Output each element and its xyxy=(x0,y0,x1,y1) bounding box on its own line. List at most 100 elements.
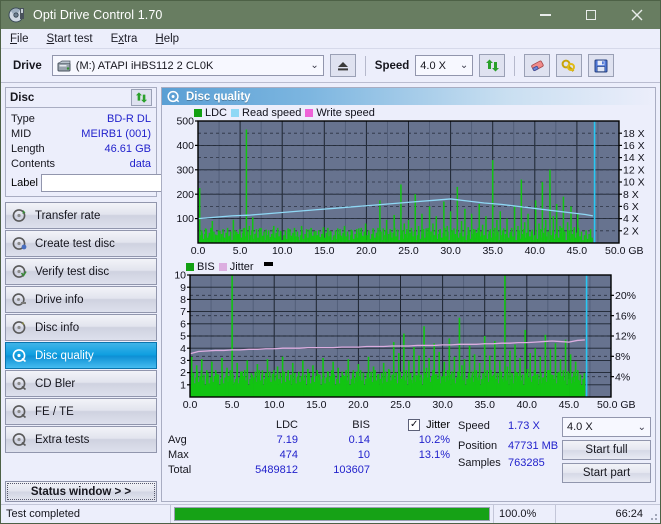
chart-bis-jitter: BIS Jitter 1 2 3 4 5 6 7 8 9 10 4% 8% 12% 16% 20% 0.0 5.… xyxy=(164,261,653,413)
menu-start-test[interactable]: Start test xyxy=(47,33,93,45)
svg-text:20.0: 20.0 xyxy=(348,399,369,411)
sidebar-item-cd-bler[interactable]: CD Bler xyxy=(5,370,157,397)
disc-group-header: Disc xyxy=(6,88,156,108)
eject-icon xyxy=(337,61,348,70)
svg-text:35.0: 35.0 xyxy=(482,245,503,257)
jitter-toggle[interactable]: ✓ Jitter xyxy=(370,418,456,431)
start-part-button[interactable]: Start part xyxy=(562,463,651,483)
legend-label-bis: BIS xyxy=(197,261,215,273)
disc-verify-icon xyxy=(12,264,27,279)
disc-contents-label: Contents xyxy=(11,157,56,170)
refresh-icon xyxy=(485,59,499,71)
resize-grip[interactable] xyxy=(648,505,660,523)
status-message: Test completed xyxy=(1,505,171,523)
sidebar-item-label: Extra tests xyxy=(35,433,90,446)
disc-row-type: Type BD-R DL xyxy=(11,111,151,126)
svg-text:400: 400 xyxy=(176,140,194,152)
disc-type-value: BD-R DL xyxy=(106,112,151,125)
readout-samples-label: Samples xyxy=(458,456,501,469)
stats-avg-bis: 0.14 xyxy=(348,433,370,446)
sidebar-item-disc-info[interactable]: Disc info xyxy=(5,314,157,341)
disc-extra-icon xyxy=(12,432,27,447)
panel-header: Disc quality xyxy=(162,88,655,105)
progress-percent: 100.0% xyxy=(494,505,556,523)
svg-text:5.0: 5.0 xyxy=(233,245,248,257)
readout-samples-value: 763285 xyxy=(508,456,545,469)
sidebar-item-drive-info[interactable]: Drive info xyxy=(5,286,157,313)
readout-speed: Speed 1.73 X xyxy=(458,417,562,434)
legend-write-speed: Write speed xyxy=(305,107,375,119)
main-body: Disc Type BD-R DL MID MEIRB1 (001) Lengt… xyxy=(1,83,660,502)
disc-label-row: Label xyxy=(11,173,243,192)
maximize-button[interactable] xyxy=(568,1,614,29)
svg-text:50.0 GB: 50.0 GB xyxy=(597,399,636,411)
svg-text:20%: 20% xyxy=(615,290,636,302)
svg-text:50.0 GB: 50.0 GB xyxy=(605,245,644,257)
close-icon[interactable] xyxy=(614,1,660,29)
svg-text:20.0: 20.0 xyxy=(356,245,377,257)
sidebar-item-extra-tests[interactable]: Extra tests xyxy=(5,426,157,453)
stats-header-ldc: LDC xyxy=(275,418,298,431)
app-window: Opti Drive Control 1.70 FFileile Start t… xyxy=(0,0,661,524)
stats-total-ldc: 5489812 xyxy=(255,463,298,476)
window-controls xyxy=(522,1,660,29)
svg-text:2: 2 xyxy=(180,367,186,379)
chart-bottom-legend: BIS Jitter xyxy=(186,261,273,273)
table-row: Max 474 10 13.1% xyxy=(168,447,458,462)
stats-max-bis: 10 xyxy=(357,448,370,461)
svg-text:3: 3 xyxy=(180,355,186,367)
svg-text:300: 300 xyxy=(176,164,194,176)
svg-text:40.0: 40.0 xyxy=(525,245,546,257)
sidebar-item-create-test-disc[interactable]: Create test disc xyxy=(5,230,157,257)
sidebar-item-label: Create test disc xyxy=(35,237,115,250)
minimize-button[interactable] xyxy=(522,1,568,29)
menu-file[interactable]: FFileile xyxy=(10,33,29,45)
svg-text:45.0: 45.0 xyxy=(567,245,588,257)
disc-mid-label: MID xyxy=(11,127,32,140)
test-speed-select[interactable]: 4.0 X ⌄ xyxy=(562,417,651,437)
drive-icon xyxy=(57,60,71,72)
readout-controls: 4.0 X ⌄ Start full Start part xyxy=(562,417,651,483)
drive-value: (M:) ATAPI iHBS112 2 CL0K xyxy=(75,59,214,72)
chart-top-svg: 1002003004005002 X4 X6 X8 X10 X12 X14 X1… xyxy=(176,116,644,257)
disc-row-contents: Contents data xyxy=(11,156,151,171)
svg-text:100: 100 xyxy=(176,213,194,225)
menu-extra[interactable]: Extra xyxy=(111,33,138,45)
erase-button[interactable] xyxy=(524,54,551,77)
svg-text:12%: 12% xyxy=(615,331,636,343)
eject-button[interactable] xyxy=(329,54,356,77)
drive-select[interactable]: (M:) ATAPI iHBS112 2 CL0K ⌄ xyxy=(51,55,324,76)
sidebar-item-fe-te[interactable]: FE / TE xyxy=(5,398,157,425)
svg-text:4%: 4% xyxy=(615,371,630,383)
jitter-checkbox[interactable]: ✓ xyxy=(408,418,421,431)
sidebar-item-disc-quality[interactable]: Disc quality xyxy=(5,342,157,369)
legend-label-write-speed: Write speed xyxy=(316,107,375,119)
menu-help[interactable]: Help xyxy=(155,33,179,45)
disc-quality-panel: Disc quality LDC Read speed Write speed … xyxy=(161,87,656,502)
drive-label: Drive xyxy=(13,59,42,72)
svg-text:5: 5 xyxy=(180,331,186,343)
legend-swatch-write-speed xyxy=(305,109,314,117)
readout-area: Speed 1.73 X Position 47731 MB Samples 7… xyxy=(458,417,655,483)
start-full-button[interactable]: Start full xyxy=(562,440,651,460)
save-button[interactable] xyxy=(588,54,615,77)
svg-text:0.0: 0.0 xyxy=(183,399,198,411)
options-icon xyxy=(561,59,576,72)
options-button[interactable] xyxy=(556,54,583,77)
legend-label-ldc: LDC xyxy=(205,107,228,119)
stats-row-label: Max xyxy=(168,448,189,461)
title-bar: Opti Drive Control 1.70 xyxy=(1,1,660,29)
legend-swatch-bis xyxy=(186,263,194,271)
refresh-button[interactable] xyxy=(479,54,506,77)
status-window-button[interactable]: Status window > > xyxy=(5,481,157,502)
disc-info-rows: Type BD-R DL MID MEIRB1 (001) Length 46.… xyxy=(6,108,243,196)
sidebar-item-transfer-rate[interactable]: Transfer rate xyxy=(5,202,157,229)
panel-title: Disc quality xyxy=(186,90,251,103)
sidebar-item-verify-test-disc[interactable]: Verify test disc xyxy=(5,258,157,285)
legend-swatch-read-speed xyxy=(231,109,240,117)
disc-refresh-button[interactable] xyxy=(131,89,152,106)
sidebar-item-label: Disc quality xyxy=(35,349,94,362)
speed-select[interactable]: 4.0 X ⌄ xyxy=(415,55,474,76)
legend-jitter: Jitter xyxy=(218,261,254,273)
